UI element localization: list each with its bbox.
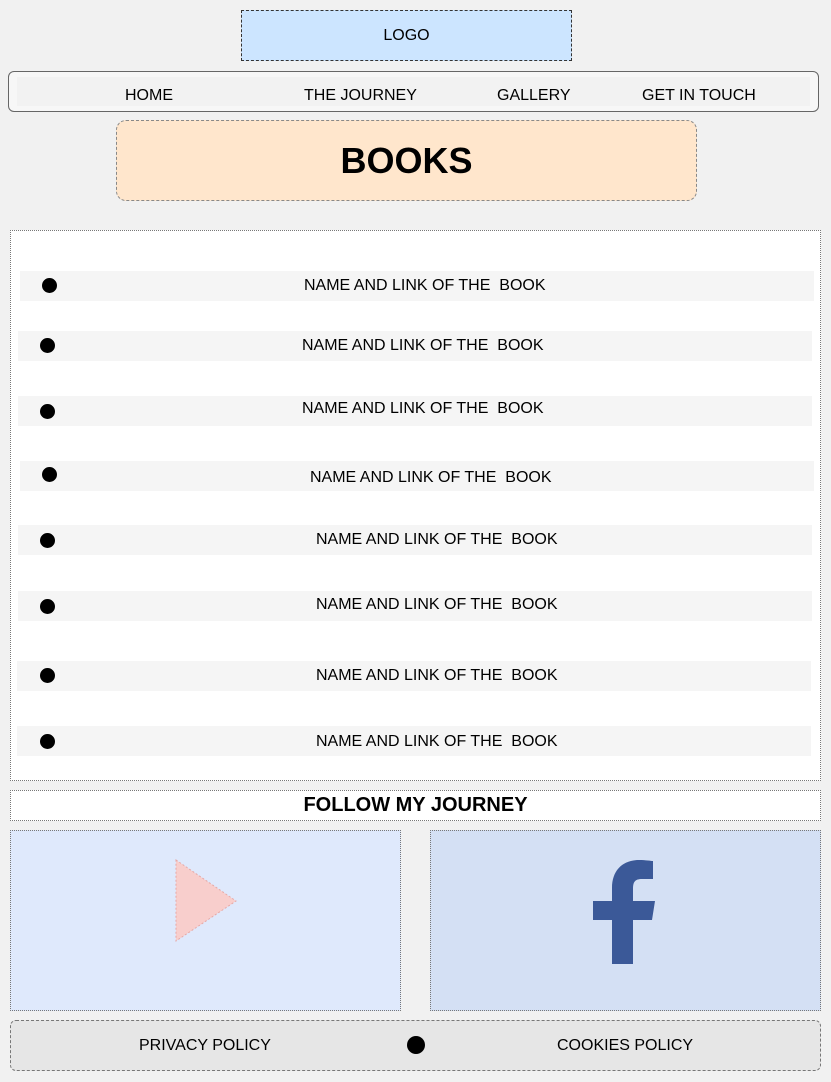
book-list-item[interactable]: NAME AND LINK OF THE BOOK [18,331,812,361]
book-list-item[interactable]: NAME AND LINK OF THE BOOK [20,271,814,301]
nav-item-gallery[interactable]: GALLERY [497,87,571,105]
nav-item-home[interactable]: HOME [125,87,173,105]
book-link[interactable]: NAME AND LINK OF THE BOOK [302,400,544,418]
bullet-icon [40,338,55,353]
bullet-icon [42,467,57,482]
bullet-icon [40,734,55,749]
logo-text: LOGO [383,26,430,44]
cookies-policy-link[interactable]: COOKIES POLICY [557,1037,693,1055]
youtube-play-icon [175,859,237,942]
privacy-policy-link[interactable]: PRIVACY POLICY [139,1037,271,1055]
separator-dot-icon [407,1036,425,1054]
book-list-item[interactable]: NAME AND LINK OF THE BOOK [20,461,814,491]
follow-heading: FOLLOW MY JOURNEY [303,794,528,816]
footer: PRIVACY POLICY COOKIES POLICY [10,1020,821,1071]
main-nav: HOME THE JOURNEY GALLERY GET IN TOUCH [8,71,819,112]
bullet-icon [40,668,55,683]
book-link[interactable]: NAME AND LINK OF THE BOOK [316,667,558,685]
book-link[interactable]: NAME AND LINK OF THE BOOK [316,733,558,751]
book-list-item[interactable]: NAME AND LINK OF THE BOOK [18,396,812,426]
follow-heading-box: FOLLOW MY JOURNEY [10,790,821,821]
book-link[interactable]: NAME AND LINK OF THE BOOK [316,531,558,549]
book-link[interactable]: NAME AND LINK OF THE BOOK [302,337,544,355]
page-title-banner: BOOKS [116,120,697,201]
book-list-item[interactable]: NAME AND LINK OF THE BOOK [18,525,812,555]
book-list-item[interactable]: NAME AND LINK OF THE BOOK [17,726,811,756]
bullet-icon [42,278,57,293]
nav-item-get-in-touch[interactable]: GET IN TOUCH [642,87,756,105]
book-list-item[interactable]: NAME AND LINK OF THE BOOK [17,661,811,691]
book-link[interactable]: NAME AND LINK OF THE BOOK [310,469,552,487]
youtube-tile[interactable] [10,830,401,1011]
bullet-icon [40,404,55,419]
nav-item-the-journey[interactable]: THE JOURNEY [304,87,417,105]
book-list-item[interactable]: NAME AND LINK OF THE BOOK [18,591,812,621]
bullet-icon [40,533,55,548]
logo[interactable]: LOGO [241,10,572,61]
book-link[interactable]: NAME AND LINK OF THE BOOK [304,277,546,295]
books-list: NAME AND LINK OF THE BOOK NAME AND LINK … [10,230,821,781]
facebook-tile[interactable] [430,830,821,1011]
facebook-icon [593,860,655,964]
bullet-icon [40,599,55,614]
book-link[interactable]: NAME AND LINK OF THE BOOK [316,596,558,614]
nav-bar: HOME THE JOURNEY GALLERY GET IN TOUCH [17,77,810,106]
page-title: BOOKS [340,139,473,181]
